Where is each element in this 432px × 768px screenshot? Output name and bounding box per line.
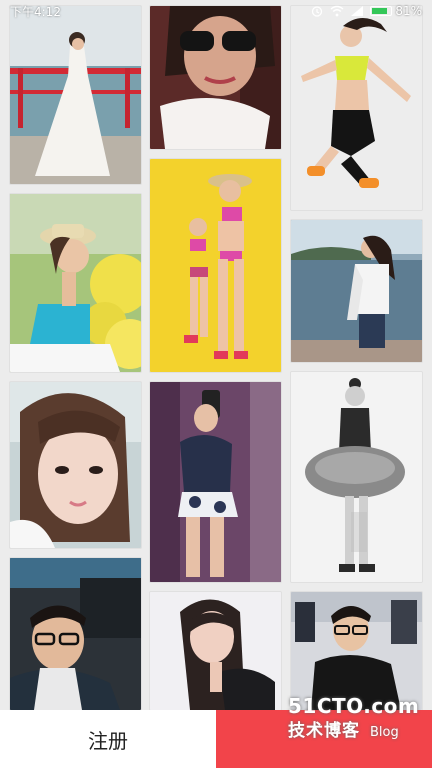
photo-bw-tutu[interactable] bbox=[291, 372, 422, 582]
battery-indicator: 81% bbox=[370, 4, 422, 18]
alarm-icon bbox=[312, 6, 323, 17]
wifi-icon bbox=[330, 5, 344, 17]
status-time: 下午4:12 bbox=[10, 4, 61, 19]
status-icons: 81% bbox=[310, 4, 422, 18]
photo-closeup-portrait[interactable] bbox=[10, 382, 141, 548]
watermark-cn: 技术博客 bbox=[288, 721, 360, 741]
register-button[interactable]: 注册 bbox=[0, 710, 216, 768]
photo-lakeside-scarf[interactable] bbox=[291, 220, 422, 362]
photo-man-gym[interactable] bbox=[291, 592, 422, 710]
battery-icon bbox=[370, 6, 393, 16]
status-bar: 下午4:12 81% bbox=[0, 0, 432, 22]
watermark-blog: Blog bbox=[370, 725, 399, 740]
photo-jumping-fitness[interactable] bbox=[291, 6, 422, 210]
photo-sunglasses-selfie[interactable] bbox=[150, 6, 281, 149]
battery-percent: 81% bbox=[395, 4, 422, 18]
photo-two-girls-yellow[interactable] bbox=[150, 159, 281, 372]
photo-man-in-car[interactable] bbox=[10, 558, 141, 710]
photo-wedding-dress[interactable] bbox=[10, 6, 141, 184]
battery-fill bbox=[372, 8, 387, 14]
photo-woman-long-hair[interactable] bbox=[150, 592, 281, 710]
register-label: 注册 bbox=[88, 728, 128, 753]
site-watermark: 51CTO.com 技术博客 Blog bbox=[288, 694, 419, 741]
signal-icon bbox=[351, 6, 364, 16]
photo-straw-hat-flowers[interactable] bbox=[10, 194, 141, 372]
watermark-site: 51CTO.com bbox=[288, 694, 420, 718]
photo-grid[interactable] bbox=[0, 0, 432, 710]
photo-mirror-selfie[interactable] bbox=[150, 382, 281, 582]
